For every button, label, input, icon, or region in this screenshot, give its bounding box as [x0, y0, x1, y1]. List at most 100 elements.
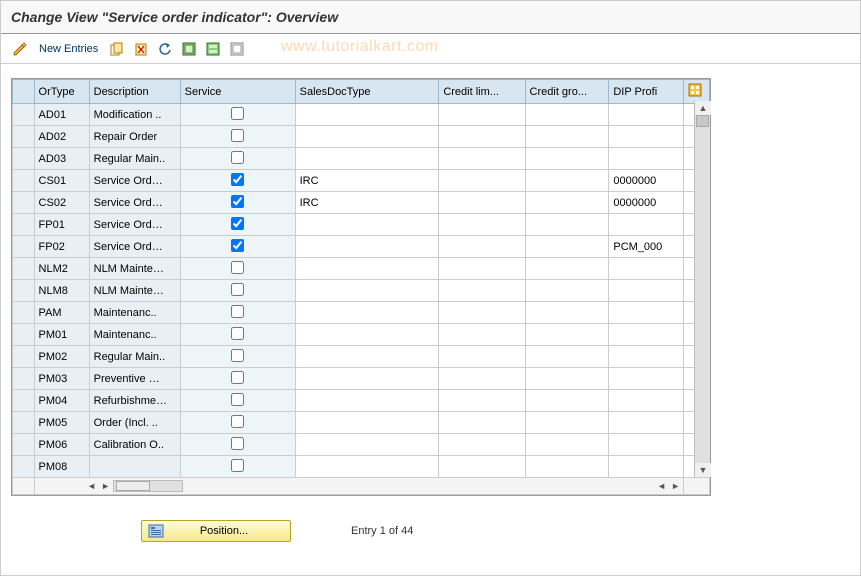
cell-ortype[interactable]: AD03 [34, 148, 89, 170]
service-checkbox[interactable] [231, 107, 244, 120]
cell-service[interactable] [180, 456, 295, 478]
cell-creditgro[interactable] [525, 104, 609, 126]
cell-description[interactable]: Maintenanc.. [89, 302, 180, 324]
cell-salesdoctype[interactable] [295, 412, 439, 434]
cell-ortype[interactable]: AD01 [34, 104, 89, 126]
table-row[interactable]: AD01Modification .. [13, 104, 710, 126]
row-selector[interactable] [13, 390, 35, 412]
cell-creditlim[interactable] [439, 390, 525, 412]
toggle-display-change-icon[interactable] [11, 40, 29, 58]
row-selector[interactable] [13, 412, 35, 434]
cell-creditlim[interactable] [439, 126, 525, 148]
cell-description[interactable]: Modification .. [89, 104, 180, 126]
cell-creditgro[interactable] [525, 214, 609, 236]
cell-description[interactable]: Repair Order [89, 126, 180, 148]
row-selector[interactable] [13, 368, 35, 390]
cell-salesdoctype[interactable] [295, 434, 439, 456]
cell-salesdoctype[interactable] [295, 236, 439, 258]
table-row[interactable]: PAMMaintenanc.. [13, 302, 710, 324]
service-checkbox[interactable] [231, 393, 244, 406]
scroll-thumb[interactable] [696, 115, 709, 127]
cell-salesdoctype[interactable] [295, 368, 439, 390]
service-checkbox[interactable] [231, 261, 244, 274]
cell-creditgro[interactable] [525, 192, 609, 214]
cell-ortype[interactable]: FP01 [34, 214, 89, 236]
new-entries-button[interactable]: New Entries [35, 41, 102, 57]
cell-creditlim[interactable] [439, 302, 525, 324]
table-row[interactable]: CS01Service Ord…IRC0000000 [13, 170, 710, 192]
cell-salesdoctype[interactable] [295, 104, 439, 126]
service-checkbox[interactable] [231, 151, 244, 164]
cell-creditgro[interactable] [525, 324, 609, 346]
cell-creditgro[interactable] [525, 302, 609, 324]
table-row[interactable]: FP02Service Ord…PCM_000 [13, 236, 710, 258]
cell-dipprofi[interactable] [609, 302, 683, 324]
row-selector[interactable] [13, 148, 35, 170]
scroll-right-icon[interactable]: ► [99, 479, 113, 493]
column-dipprofi[interactable]: DIP Profi [609, 80, 683, 104]
cell-service[interactable] [180, 126, 295, 148]
cell-description[interactable]: Regular Main.. [89, 148, 180, 170]
cell-service[interactable] [180, 434, 295, 456]
cell-service[interactable] [180, 214, 295, 236]
cell-creditlim[interactable] [439, 456, 525, 478]
cell-service[interactable] [180, 412, 295, 434]
cell-service[interactable] [180, 148, 295, 170]
cell-creditlim[interactable] [439, 170, 525, 192]
row-selector[interactable] [13, 456, 35, 478]
cell-salesdoctype[interactable] [295, 214, 439, 236]
table-row[interactable]: PM02Regular Main.. [13, 346, 710, 368]
cell-creditgro[interactable] [525, 148, 609, 170]
select-all-icon[interactable] [180, 40, 198, 58]
cell-dipprofi[interactable] [609, 214, 683, 236]
cell-salesdoctype[interactable]: IRC [295, 170, 439, 192]
cell-service[interactable] [180, 324, 295, 346]
cell-dipprofi[interactable] [609, 258, 683, 280]
row-selector[interactable] [13, 192, 35, 214]
cell-service[interactable] [180, 170, 295, 192]
cell-service[interactable] [180, 258, 295, 280]
column-ortype[interactable]: OrType [34, 80, 89, 104]
service-checkbox[interactable] [231, 129, 244, 142]
cell-description[interactable]: NLM Mainte… [89, 258, 180, 280]
cell-creditgro[interactable] [525, 346, 609, 368]
service-checkbox[interactable] [231, 239, 244, 252]
table-row[interactable]: PM05Order (Incl. .. [13, 412, 710, 434]
row-selector[interactable] [13, 302, 35, 324]
service-checkbox[interactable] [231, 327, 244, 340]
cell-description[interactable]: Service Ord… [89, 192, 180, 214]
cell-creditlim[interactable] [439, 368, 525, 390]
column-creditlim[interactable]: Credit lim... [439, 80, 525, 104]
cell-creditlim[interactable] [439, 280, 525, 302]
row-selector[interactable] [13, 104, 35, 126]
cell-description[interactable]: Calibration O.. [89, 434, 180, 456]
cell-ortype[interactable]: PM02 [34, 346, 89, 368]
cell-creditgro[interactable] [525, 126, 609, 148]
service-checkbox[interactable] [231, 173, 244, 186]
table-row[interactable]: FP01Service Ord… [13, 214, 710, 236]
cell-creditlim[interactable] [439, 192, 525, 214]
table-row[interactable]: NLM8NLM Mainte… [13, 280, 710, 302]
row-selector[interactable] [13, 324, 35, 346]
cell-creditlim[interactable] [439, 236, 525, 258]
table-row[interactable]: AD02Repair Order [13, 126, 710, 148]
scroll-right-end-icon[interactable]: ► [669, 479, 683, 493]
cell-dipprofi[interactable] [609, 390, 683, 412]
row-selector[interactable] [13, 280, 35, 302]
service-checkbox[interactable] [231, 283, 244, 296]
cell-service[interactable] [180, 104, 295, 126]
table-settings-icon[interactable] [683, 80, 709, 104]
cell-description[interactable]: Maintenanc.. [89, 324, 180, 346]
deselect-all-icon[interactable] [228, 40, 246, 58]
cell-service[interactable] [180, 236, 295, 258]
cell-salesdoctype[interactable] [295, 280, 439, 302]
service-checkbox[interactable] [231, 415, 244, 428]
scroll-left-icon[interactable]: ◄ [85, 479, 99, 493]
cell-salesdoctype[interactable] [295, 346, 439, 368]
cell-creditgro[interactable] [525, 456, 609, 478]
table-row[interactable]: PM04Refurbishme… [13, 390, 710, 412]
cell-ortype[interactable]: PM04 [34, 390, 89, 412]
row-selector[interactable] [13, 258, 35, 280]
scroll-up-icon[interactable]: ▲ [695, 101, 711, 115]
cell-creditgro[interactable] [525, 390, 609, 412]
